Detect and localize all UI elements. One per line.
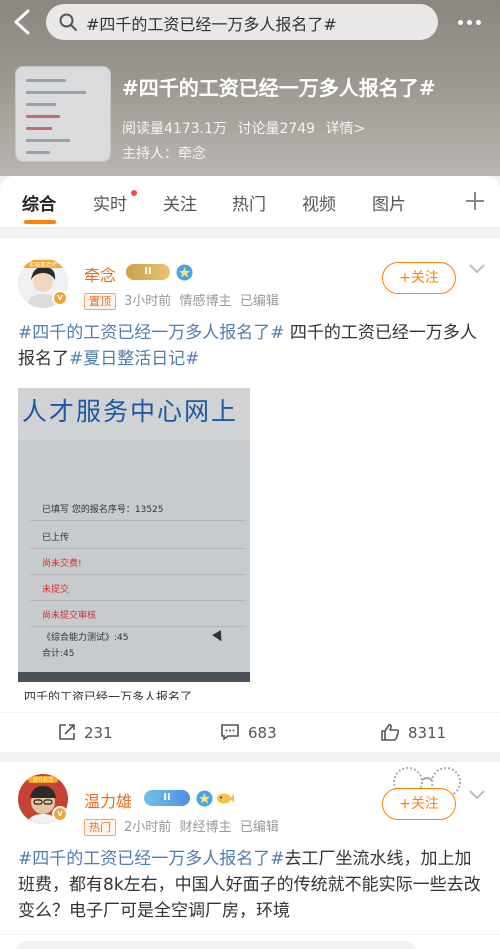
topic-host[interactable]: 主持人：牵念: [122, 143, 206, 163]
avatar-banner-text: 扣扇寡老师: [29, 261, 57, 269]
post-image[interactable]: 人才服务中心网上 已填写 您的报名序号：13525 已上传 尚未交费! 未提交 …: [18, 388, 250, 682]
tab-bar: 综合 实时 关注 热门 视频 图片: [0, 176, 500, 228]
comment-input[interactable]: [16, 941, 416, 949]
post-username[interactable]: 牵念: [84, 262, 116, 286]
like-button[interactable]: 8311: [380, 723, 446, 742]
add-tab-icon[interactable]: [464, 190, 486, 212]
hashtag-link[interactable]: #夏日整活日记#: [69, 349, 200, 369]
pinned-tag: 置顶: [84, 293, 116, 310]
post-meta: 置顶 3小时前 情感博主 已编辑: [84, 290, 279, 310]
more-menu-button[interactable]: [452, 8, 488, 36]
hot-tag: 热门: [84, 819, 116, 836]
back-arrow-icon: [14, 9, 30, 35]
tab-images[interactable]: 图片: [372, 190, 406, 215]
search-icon: [59, 13, 77, 31]
thumbs-up-icon: [381, 723, 400, 741]
post-author-role: 情感博主: [179, 294, 232, 309]
search-bar[interactable]: #四千的工资已经一万多人报名了#: [46, 4, 438, 40]
tab-following[interactable]: 关注: [163, 190, 197, 215]
topic-stats: 阅读量4173.1万 讨论量2749 详情>: [122, 118, 371, 138]
edited-label: 已编辑: [239, 294, 279, 309]
image-banner: 人才服务中心网上: [18, 388, 250, 440]
post-actions: 231 683 8311: [0, 712, 500, 752]
bottom-comment-bar: [0, 934, 500, 949]
back-button[interactable]: [8, 6, 38, 38]
topic-header: #四千的工资已经一万多人报名了# #四千的工资已经一万多人报名了# 阅读量417…: [0, 0, 500, 176]
tab-hot[interactable]: 热门: [232, 190, 266, 215]
member-level-badge[interactable]: II: [126, 264, 170, 280]
post-text: #四千的工资已经一万多人报名了#去工厂坐流水线，加上加班费，都有8k左右，中国人…: [18, 846, 484, 924]
details-link[interactable]: 详情>: [326, 121, 366, 137]
post-text: #四千的工资已经一万多人报名了# 四千的工资已经一万多人报名了#夏日整活日记#: [18, 320, 484, 372]
like-count: 8311: [408, 724, 447, 742]
post-time: 2小时前: [124, 820, 172, 835]
image-banner-text: 人才服务中心网上: [22, 397, 239, 426]
top-bar: #四千的工资已经一万多人报名了#: [0, 0, 500, 44]
chevron-down-icon[interactable]: [468, 262, 486, 276]
post-username[interactable]: 温力雄: [84, 788, 132, 812]
star-badge-icon: [176, 264, 193, 281]
fish-badge-icon: [217, 793, 234, 804]
topic-title: #四千的工资已经一万多人报名了#: [122, 76, 436, 100]
post-time: 3小时前: [124, 294, 172, 309]
chevron-down-icon[interactable]: [468, 788, 486, 802]
new-content-dot: [131, 190, 137, 196]
avatar-banner-text: 提升新活: [33, 777, 53, 784]
tab-video[interactable]: 视频: [302, 190, 336, 215]
comment-button[interactable]: 683: [220, 723, 277, 742]
post-card: 提升新活 v 温力雄 II 热门 2小时前 财经博主 已编辑 +关注 #四千的工资…: [0, 762, 500, 934]
member-level-badge[interactable]: II: [144, 790, 190, 806]
follow-button[interactable]: +关注: [382, 788, 456, 820]
hashtag-link[interactable]: #四千的工资已经一万多人报名了#: [18, 323, 285, 343]
comment-count: 683: [248, 724, 277, 742]
post-author-role: 财经博主: [179, 820, 232, 835]
edited-label: 已编辑: [239, 820, 279, 835]
discussion-count: 讨论量2749: [237, 121, 316, 137]
active-tab-indicator: [24, 220, 56, 224]
verified-badge-icon: v: [52, 290, 68, 306]
tab-realtime[interactable]: 实时: [93, 190, 127, 215]
repost-button[interactable]: 231: [58, 723, 113, 742]
image-caption: 四千的工资已经一万多人报名了: [24, 690, 193, 700]
search-query[interactable]: #四千的工资已经一万多人报名了#: [86, 11, 337, 35]
tab-comprehensive[interactable]: 综合: [22, 190, 56, 215]
verified-badge-icon: v: [52, 806, 68, 822]
follow-button[interactable]: +关注: [382, 262, 456, 294]
more-dots-icon: [458, 20, 463, 25]
post-card: 扣扇寡老师 v 牵念 II 置顶 3小时前 情感博主 已编辑 +关注 #四千的工资…: [0, 238, 500, 752]
share-icon: [59, 724, 75, 740]
star-badge-icon: [196, 790, 213, 807]
topic-thumbnail[interactable]: [15, 66, 111, 162]
read-count: 阅读量4173.1万: [122, 121, 227, 137]
repost-count: 231: [84, 724, 113, 742]
post-meta: 热门 2小时前 财经博主 已编辑: [84, 816, 279, 836]
comment-icon: [221, 724, 239, 741]
hashtag-link[interactable]: #四千的工资已经一万多人报名了#: [18, 849, 285, 869]
